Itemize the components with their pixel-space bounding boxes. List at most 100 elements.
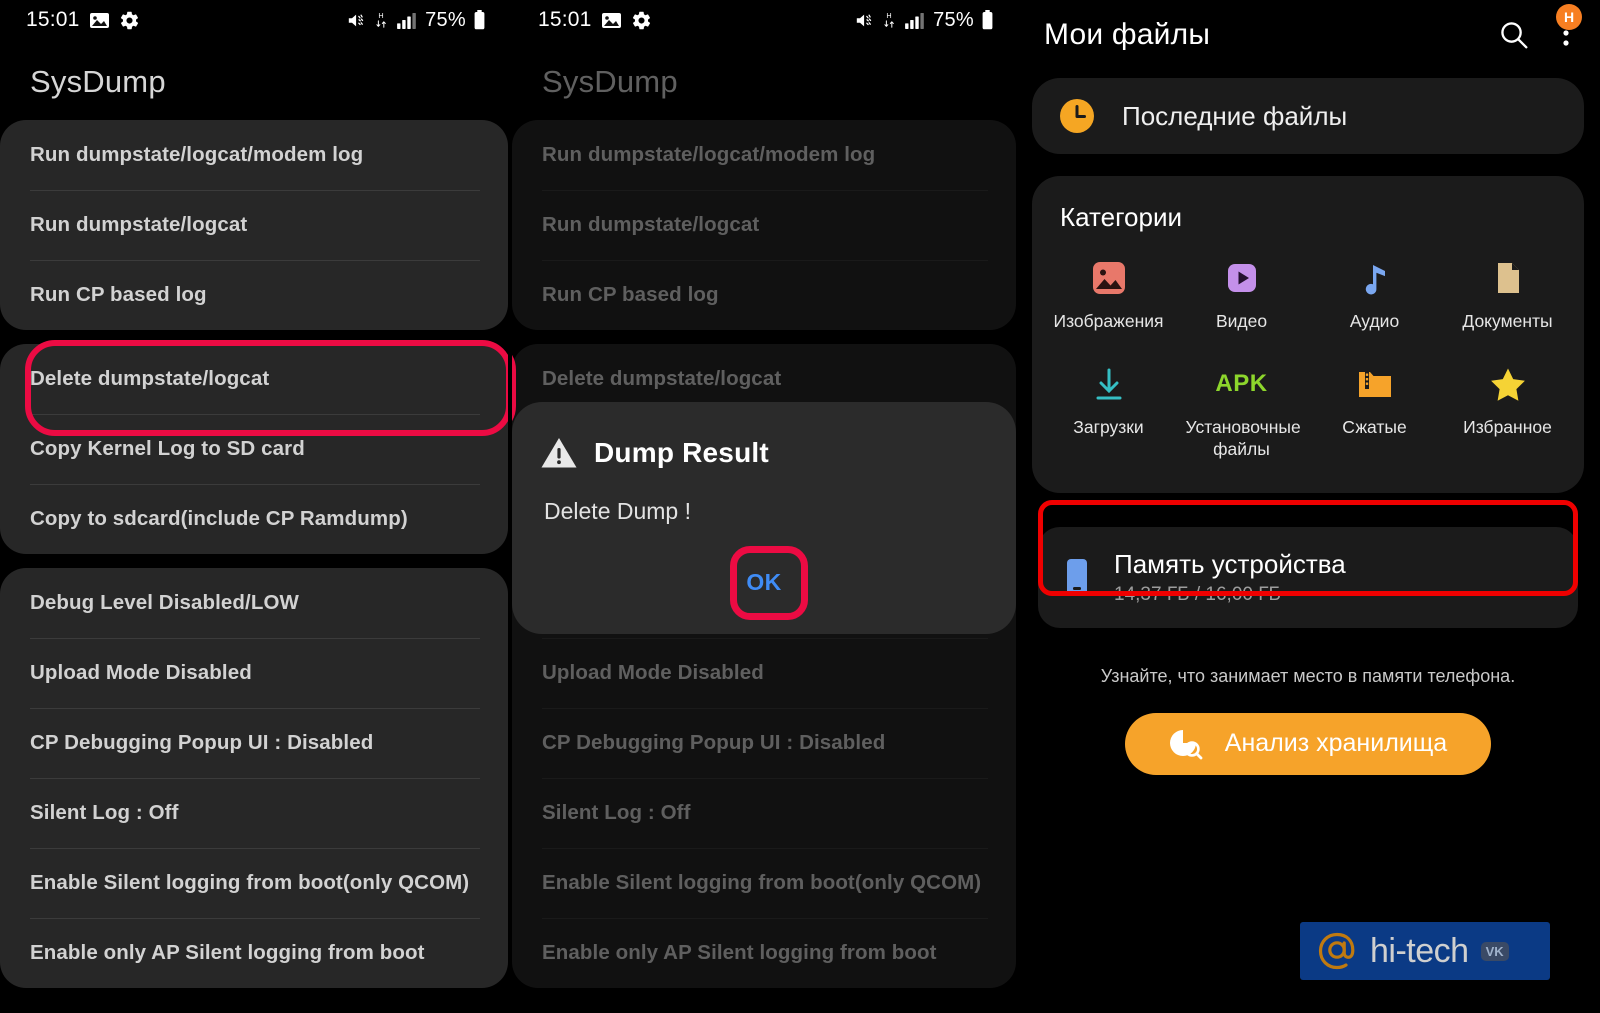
watermark-text: hi-tech xyxy=(1370,931,1469,970)
video-play-icon xyxy=(1223,259,1261,297)
list-item-label: Run dumpstate/logcat/modem log xyxy=(30,143,364,166)
sysdump-group-2: Delete dumpstate/logcat Copy Kernel Log … xyxy=(0,344,508,554)
status-time: 15:01 xyxy=(538,8,592,31)
list-item[interactable]: Debug Level Disabled/LOW xyxy=(0,568,508,638)
signal-icon xyxy=(905,12,926,29)
mute-icon xyxy=(347,11,367,30)
categories-card: Категории Изображения Видео Аудио Докуме… xyxy=(1032,176,1584,493)
list-item-delete-dumpstate-logcat[interactable]: Delete dumpstate/logcat xyxy=(0,344,508,414)
category-documents[interactable]: Документы xyxy=(1441,253,1574,339)
star-icon xyxy=(1489,365,1527,403)
list-item-label: Run dumpstate/logcat xyxy=(30,213,248,236)
document-icon xyxy=(1489,259,1527,297)
list-item-label: Delete dumpstate/logcat xyxy=(30,367,270,390)
app-title: SysDump xyxy=(30,64,166,99)
gear-icon xyxy=(119,10,140,31)
hsdpa-icon: H xyxy=(374,10,390,30)
category-label: Загрузки xyxy=(1073,416,1144,437)
recent-files-card[interactable]: Последние файлы xyxy=(1032,78,1584,154)
storage-name: Память устройства xyxy=(1114,548,1346,579)
my-files-panel: Мои файлы H Последние файлы Категории Из… xyxy=(1016,0,1600,1013)
phone-icon xyxy=(1064,557,1090,597)
sysdump-group-3: Debug Level Disabled/LOW Upload Mode Dis… xyxy=(0,568,508,988)
my-files-header: Мои файлы H xyxy=(1016,3,1600,66)
more-vertical-icon[interactable]: H xyxy=(1556,3,1582,57)
category-favorites[interactable]: Избранное xyxy=(1441,359,1574,467)
categories-title: Категории xyxy=(1060,202,1182,232)
list-item-label: Debug Level Disabled/LOW xyxy=(30,591,299,614)
category-images[interactable]: Изображения xyxy=(1042,253,1175,339)
category-downloads[interactable]: Загрузки xyxy=(1042,359,1175,467)
list-item[interactable]: Upload Mode Disabled xyxy=(0,638,508,708)
vk-badge: VK xyxy=(1480,941,1509,961)
category-apk[interactable]: APK Установочные файлы xyxy=(1175,359,1308,467)
sysdump-group-1: Run dumpstate/logcat/modem log Run dumps… xyxy=(0,120,508,330)
battery-percent: 75% xyxy=(933,8,974,31)
list-item[interactable]: CP Debugging Popup UI : Disabled xyxy=(0,708,508,778)
category-label: Сжатые xyxy=(1342,416,1407,437)
list-item[interactable]: Copy Kernel Log to SD card xyxy=(0,414,508,484)
category-label: Видео xyxy=(1215,311,1268,331)
mute-icon xyxy=(855,11,875,30)
music-note-icon xyxy=(1356,259,1394,297)
screenshot-root: 15:01 H 75% SysDump Run dumpstate/logcat… xyxy=(0,0,1600,1013)
list-item-label: Run CP based log xyxy=(30,283,207,306)
list-item-label: Upload Mode Disabled xyxy=(30,661,252,684)
gear-icon xyxy=(631,10,652,31)
dialog-title: Dump Result xyxy=(594,437,769,468)
dialog-message: Delete Dump ! xyxy=(544,498,692,524)
list-item[interactable]: Copy to sdcard(include CP Ramdump) xyxy=(0,484,508,554)
category-label: Избранное xyxy=(1463,416,1552,437)
sysdump-dialog-panel: 15:01 H 75% Dump Result Delete Dump ! OK xyxy=(512,0,1016,1013)
list-item[interactable]: Enable only AP Silent logging from boot xyxy=(0,918,508,988)
image-icon xyxy=(1090,259,1128,297)
category-video[interactable]: Видео xyxy=(1175,253,1308,339)
search-icon[interactable] xyxy=(1498,19,1530,51)
account-badge[interactable]: H xyxy=(1556,3,1582,30)
page-title: Мои файлы xyxy=(1044,18,1211,51)
sysdump-panel: 15:01 H 75% SysDump Run dumpstate/logcat… xyxy=(0,0,508,1013)
list-item-label: Enable Silent logging from boot(only QCO… xyxy=(30,871,470,894)
device-storage-card[interactable]: Память устройства 14,37 ГБ / 16,00 ГБ xyxy=(1038,526,1578,628)
category-compressed[interactable]: Сжатые xyxy=(1308,359,1441,467)
category-audio[interactable]: Аудио xyxy=(1308,253,1441,339)
list-item-label: Copy to sdcard(include CP Ramdump) xyxy=(30,507,408,530)
battery-percent: 75% xyxy=(425,8,466,31)
warning-triangle-icon xyxy=(540,436,578,470)
category-label: Документы xyxy=(1462,311,1553,331)
at-icon xyxy=(1316,930,1358,972)
battery-icon xyxy=(473,10,486,30)
list-item[interactable]: Run dumpstate/logcat xyxy=(0,190,508,260)
download-icon xyxy=(1090,365,1128,403)
status-bar: 15:01 H 75% xyxy=(0,0,508,40)
watermark: hi-tech VK xyxy=(1300,922,1550,980)
category-label: Изображения xyxy=(1053,311,1164,331)
image-icon xyxy=(89,11,110,30)
list-item[interactable]: Run CP based log xyxy=(0,260,508,330)
svg-text:H: H xyxy=(378,11,383,20)
storage-analysis-icon xyxy=(1169,728,1203,760)
storage-size: 14,37 ГБ / 16,00 ГБ xyxy=(1114,583,1282,605)
dump-result-dialog: Dump Result Delete Dump ! OK xyxy=(512,402,1016,634)
storage-analysis-label: Анализ хранилища xyxy=(1224,729,1448,758)
apk-icon: APK xyxy=(1215,369,1268,397)
battery-icon xyxy=(981,10,994,30)
list-item-label: CP Debugging Popup UI : Disabled xyxy=(30,731,374,754)
category-label: Установочные файлы xyxy=(1185,416,1301,459)
status-bar: 15:01 H 75% xyxy=(512,0,1016,40)
status-time: 15:01 xyxy=(26,8,80,31)
list-item[interactable]: Silent Log : Off xyxy=(0,778,508,848)
category-label: Аудио xyxy=(1349,311,1400,331)
list-item-label: Enable only AP Silent logging from boot xyxy=(30,941,425,964)
storage-analysis-button[interactable]: Анализ хранилища xyxy=(1124,712,1492,775)
signal-icon xyxy=(397,12,418,29)
ok-button[interactable]: OK xyxy=(720,559,807,606)
storage-hint: Узнайте, что занимает место в памяти тел… xyxy=(1100,665,1516,686)
hsdpa-icon: H xyxy=(882,10,898,30)
list-item[interactable]: Enable Silent logging from boot(only QCO… xyxy=(0,848,508,918)
image-icon xyxy=(601,11,622,30)
list-item[interactable]: Run dumpstate/logcat/modem log xyxy=(0,120,508,190)
recent-files-label: Последние файлы xyxy=(1122,100,1348,131)
list-item-label: Copy Kernel Log to SD card xyxy=(30,437,305,460)
list-item-label: Silent Log : Off xyxy=(30,801,179,824)
